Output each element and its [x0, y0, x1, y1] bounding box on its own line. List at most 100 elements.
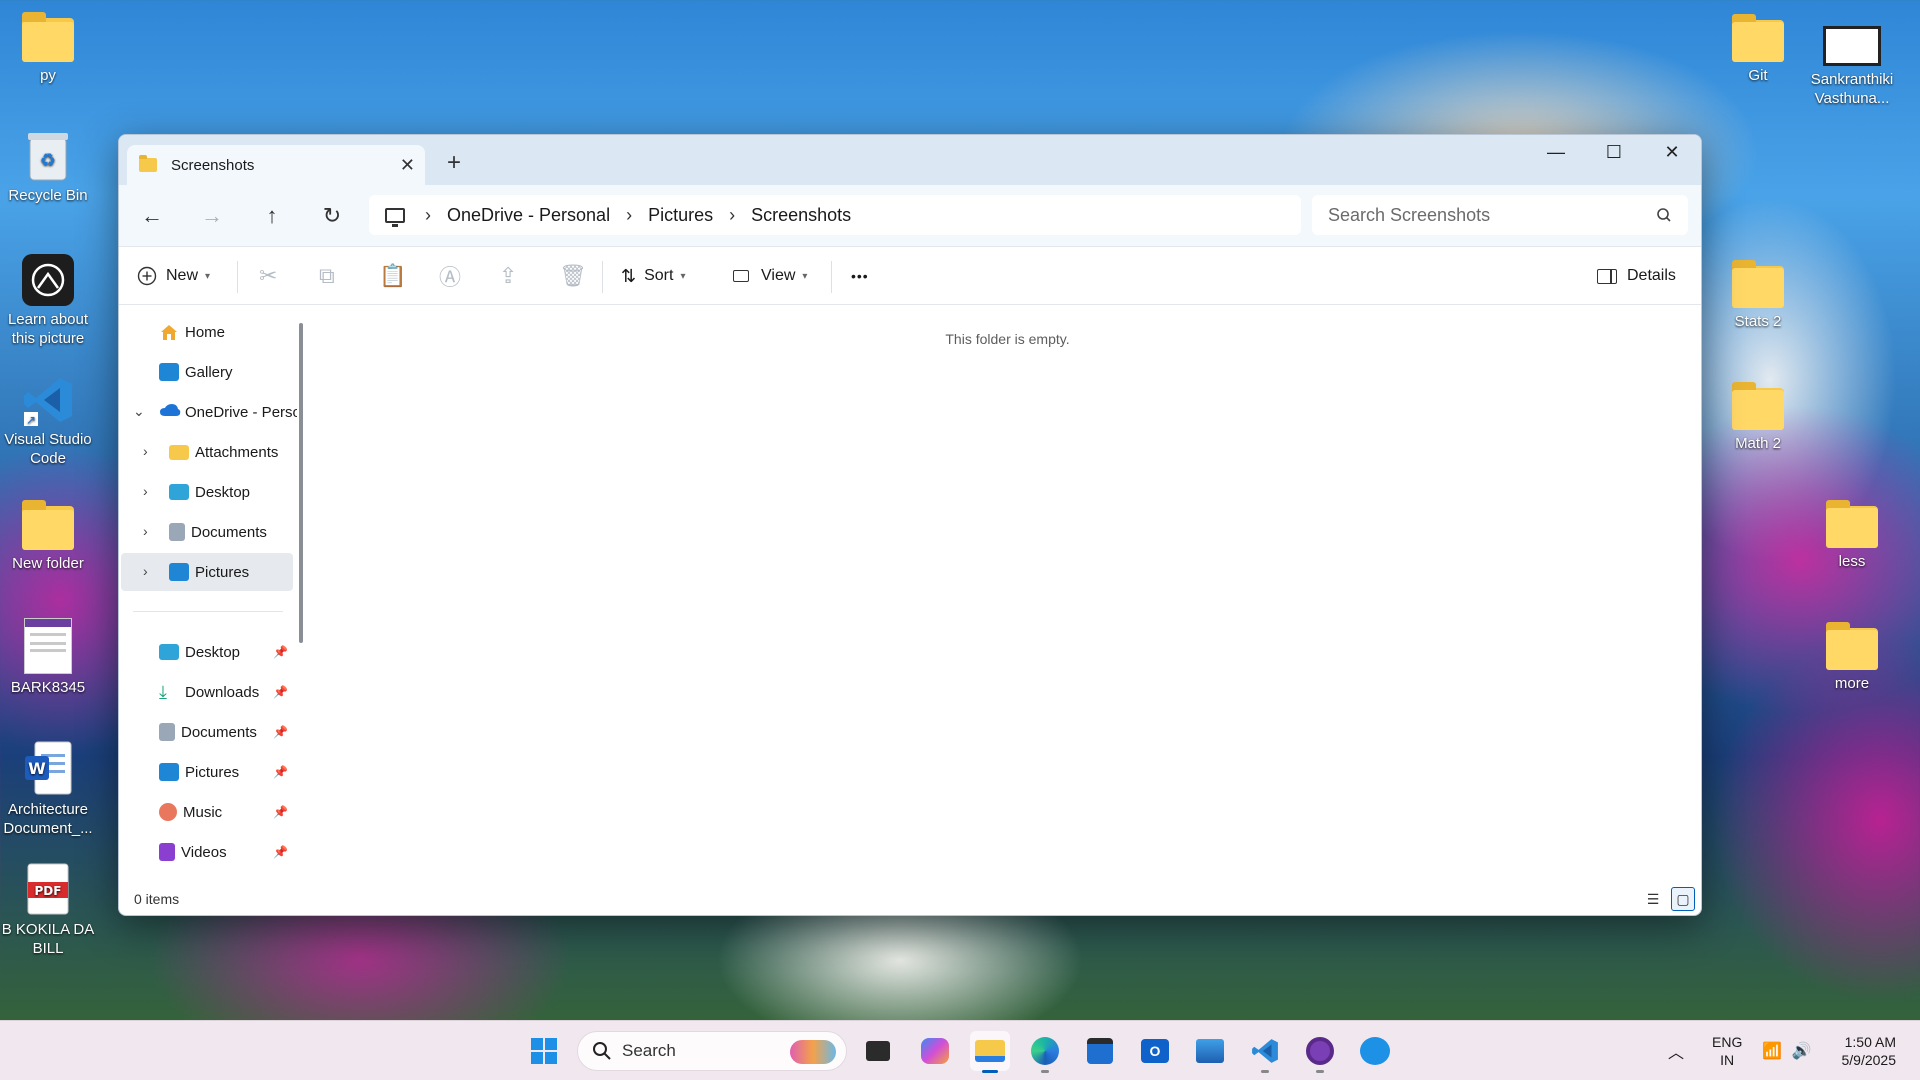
breadcrumb-screenshots[interactable]: Screenshots [751, 205, 851, 226]
task-view-button[interactable] [858, 1031, 898, 1071]
clock[interactable]: 1:50 AM 5/9/2025 [1832, 1021, 1897, 1080]
quick-access-music[interactable]: Music 📌 [159, 793, 297, 831]
outlook-icon: O [1141, 1039, 1169, 1063]
quick-access-desktop[interactable]: Desktop 📌 [159, 633, 297, 671]
file-list[interactable]: This folder is empty. [314, 305, 1701, 883]
close-tab-icon[interactable]: ✕ [400, 155, 415, 176]
forward-button[interactable]: → [197, 201, 227, 231]
chevron-down-icon[interactable]: ⌄ [133, 403, 145, 420]
taskbar: Search O ︿ ENG IN 📶 🔊 1:50 AM 5/9/2025 [0, 1020, 1920, 1080]
outlook-button[interactable]: O [1135, 1031, 1175, 1071]
pin-icon[interactable]: 📌 [273, 725, 288, 739]
folder-icon [1732, 382, 1784, 430]
new-label: New [166, 267, 199, 284]
quick-access-documents[interactable]: Documents 📌 [159, 713, 297, 751]
chevron-right-icon[interactable]: › [143, 443, 148, 459]
desktop-icon-learn-about-picture[interactable]: Learn about this picture [0, 254, 96, 348]
vscode-button[interactable] [1245, 1031, 1285, 1073]
desktop-icon-bark8345[interactable]: BARK8345 [0, 618, 96, 697]
start-button[interactable] [524, 1031, 564, 1071]
details-view-toggle[interactable]: ☰ [1641, 887, 1665, 911]
new-tab-button[interactable]: + [447, 149, 461, 177]
show-hidden-icons-button[interactable]: ︿ [1668, 1021, 1684, 1080]
copilot-button[interactable] [915, 1031, 955, 1071]
view-button[interactable]: View ▾ [733, 247, 807, 305]
photos-icon [1196, 1039, 1224, 1063]
paste-button[interactable]: 📋 [379, 247, 406, 305]
folder-icon [1826, 500, 1878, 548]
search-input[interactable]: Search Screenshots [1312, 195, 1688, 235]
refresh-button[interactable]: ↻ [317, 201, 347, 231]
cut-button[interactable]: ✂ [259, 247, 277, 305]
desktop-icon-architecture-document[interactable]: W Architecture Document_... [0, 740, 96, 838]
folder-icon [22, 500, 74, 550]
view-label: View [761, 267, 796, 284]
share-button[interactable]: ⇪ [499, 247, 517, 305]
sidebar-item-documents[interactable]: Documents [169, 513, 267, 551]
taskbar-search[interactable]: Search [577, 1031, 847, 1071]
github-desktop-button[interactable] [1300, 1031, 1340, 1073]
close-window-button[interactable]: ✕ [1643, 135, 1701, 169]
rename-button[interactable]: Ⓐ [439, 247, 461, 305]
copy-button[interactable]: ⧉ [319, 247, 335, 305]
chevron-right-icon[interactable]: › [143, 563, 148, 579]
sidebar-item-desktop[interactable]: Desktop [169, 473, 250, 511]
details-pane-icon [1597, 268, 1617, 284]
pin-icon[interactable]: 📌 [273, 845, 288, 859]
desktop-icon-git[interactable]: Git [1710, 14, 1806, 85]
pin-icon[interactable]: 📌 [273, 805, 288, 819]
input-language-indicator[interactable]: ENG IN [1712, 1021, 1742, 1080]
breadcrumb-pictures[interactable]: Pictures [648, 205, 713, 226]
onedrive-icon [159, 403, 181, 421]
sort-button[interactable]: ⇅ Sort ▾ [621, 247, 685, 305]
desktop-icon-stats2[interactable]: Stats 2 [1710, 260, 1806, 331]
pin-icon[interactable]: 📌 [273, 765, 288, 779]
sidebar-item-pictures[interactable]: › Pictures [121, 553, 293, 591]
chevron-right-icon[interactable]: › [143, 483, 148, 499]
docker-button[interactable] [1355, 1031, 1395, 1071]
quick-access-pictures[interactable]: Pictures 📌 [159, 753, 297, 791]
sidebar-item-onedrive[interactable]: OneDrive - Personal [159, 393, 297, 431]
store-button[interactable] [1080, 1031, 1120, 1071]
pin-icon[interactable]: 📌 [273, 645, 288, 659]
desktop-icon-recycle-bin[interactable]: ♻ Recycle Bin [0, 130, 96, 205]
desktop-icon-new-folder[interactable]: New folder [0, 500, 96, 573]
delete-button[interactable]: 🗑 [559, 247, 587, 305]
address-bar[interactable]: › OneDrive - Personal › Pictures › Scree… [369, 195, 1301, 235]
network-volume-button[interactable]: 📶 🔊 [1762, 1021, 1812, 1080]
breadcrumb-onedrive[interactable]: OneDrive - Personal [447, 205, 610, 226]
sidebar-scrollbar[interactable] [299, 323, 303, 643]
pin-icon[interactable]: 📌 [273, 685, 288, 699]
sidebar-item-home[interactable]: Home [159, 313, 225, 351]
svg-text:↗: ↗ [26, 413, 36, 426]
desktop-icon-less[interactable]: less [1804, 500, 1900, 571]
see-more-button[interactable]: ••• [851, 247, 869, 305]
docker-icon [1360, 1037, 1390, 1065]
up-button[interactable]: ↑ [257, 201, 287, 231]
tiles-view-toggle[interactable]: ▢ [1671, 887, 1695, 911]
desktop-icon-vscode[interactable]: ↗ Visual Studio Code [0, 374, 96, 468]
svg-text:♻: ♻ [40, 150, 56, 171]
tab-screenshots[interactable]: Screenshots ✕ [127, 145, 425, 185]
minimize-button[interactable]: — [1527, 135, 1585, 169]
desktop-icon-sankranthiki[interactable]: Sankranthiki Vasthuna... [1804, 26, 1900, 108]
back-button[interactable]: ← [137, 201, 167, 231]
desktop-icon-math2[interactable]: Math 2 [1710, 382, 1806, 453]
desktop-icon-more[interactable]: more [1804, 622, 1900, 693]
file-explorer-taskbar-button[interactable] [970, 1031, 1010, 1073]
maximize-button[interactable]: ☐ [1585, 135, 1643, 169]
desktop-icon-kokila-bill[interactable]: PDF B KOKILA DA BILL [0, 862, 96, 958]
sidebar-item-label: Desktop [185, 643, 241, 661]
photos-button[interactable] [1190, 1031, 1230, 1071]
quick-access-videos[interactable]: Videos 📌 [159, 833, 297, 871]
desktop-icon [169, 484, 189, 500]
sidebar-item-attachments[interactable]: Attachments [169, 433, 278, 471]
new-button[interactable]: New ▾ [137, 247, 210, 305]
desktop-icon-py[interactable]: py [0, 12, 96, 85]
edge-button[interactable] [1025, 1031, 1065, 1073]
quick-access-downloads[interactable]: ⤓ Downloads 📌 [159, 673, 297, 711]
scissors-icon: ✂ [259, 263, 278, 288]
chevron-right-icon[interactable]: › [143, 523, 148, 539]
details-button[interactable]: Details [1597, 247, 1676, 305]
sidebar-item-gallery[interactable]: Gallery [159, 353, 233, 391]
